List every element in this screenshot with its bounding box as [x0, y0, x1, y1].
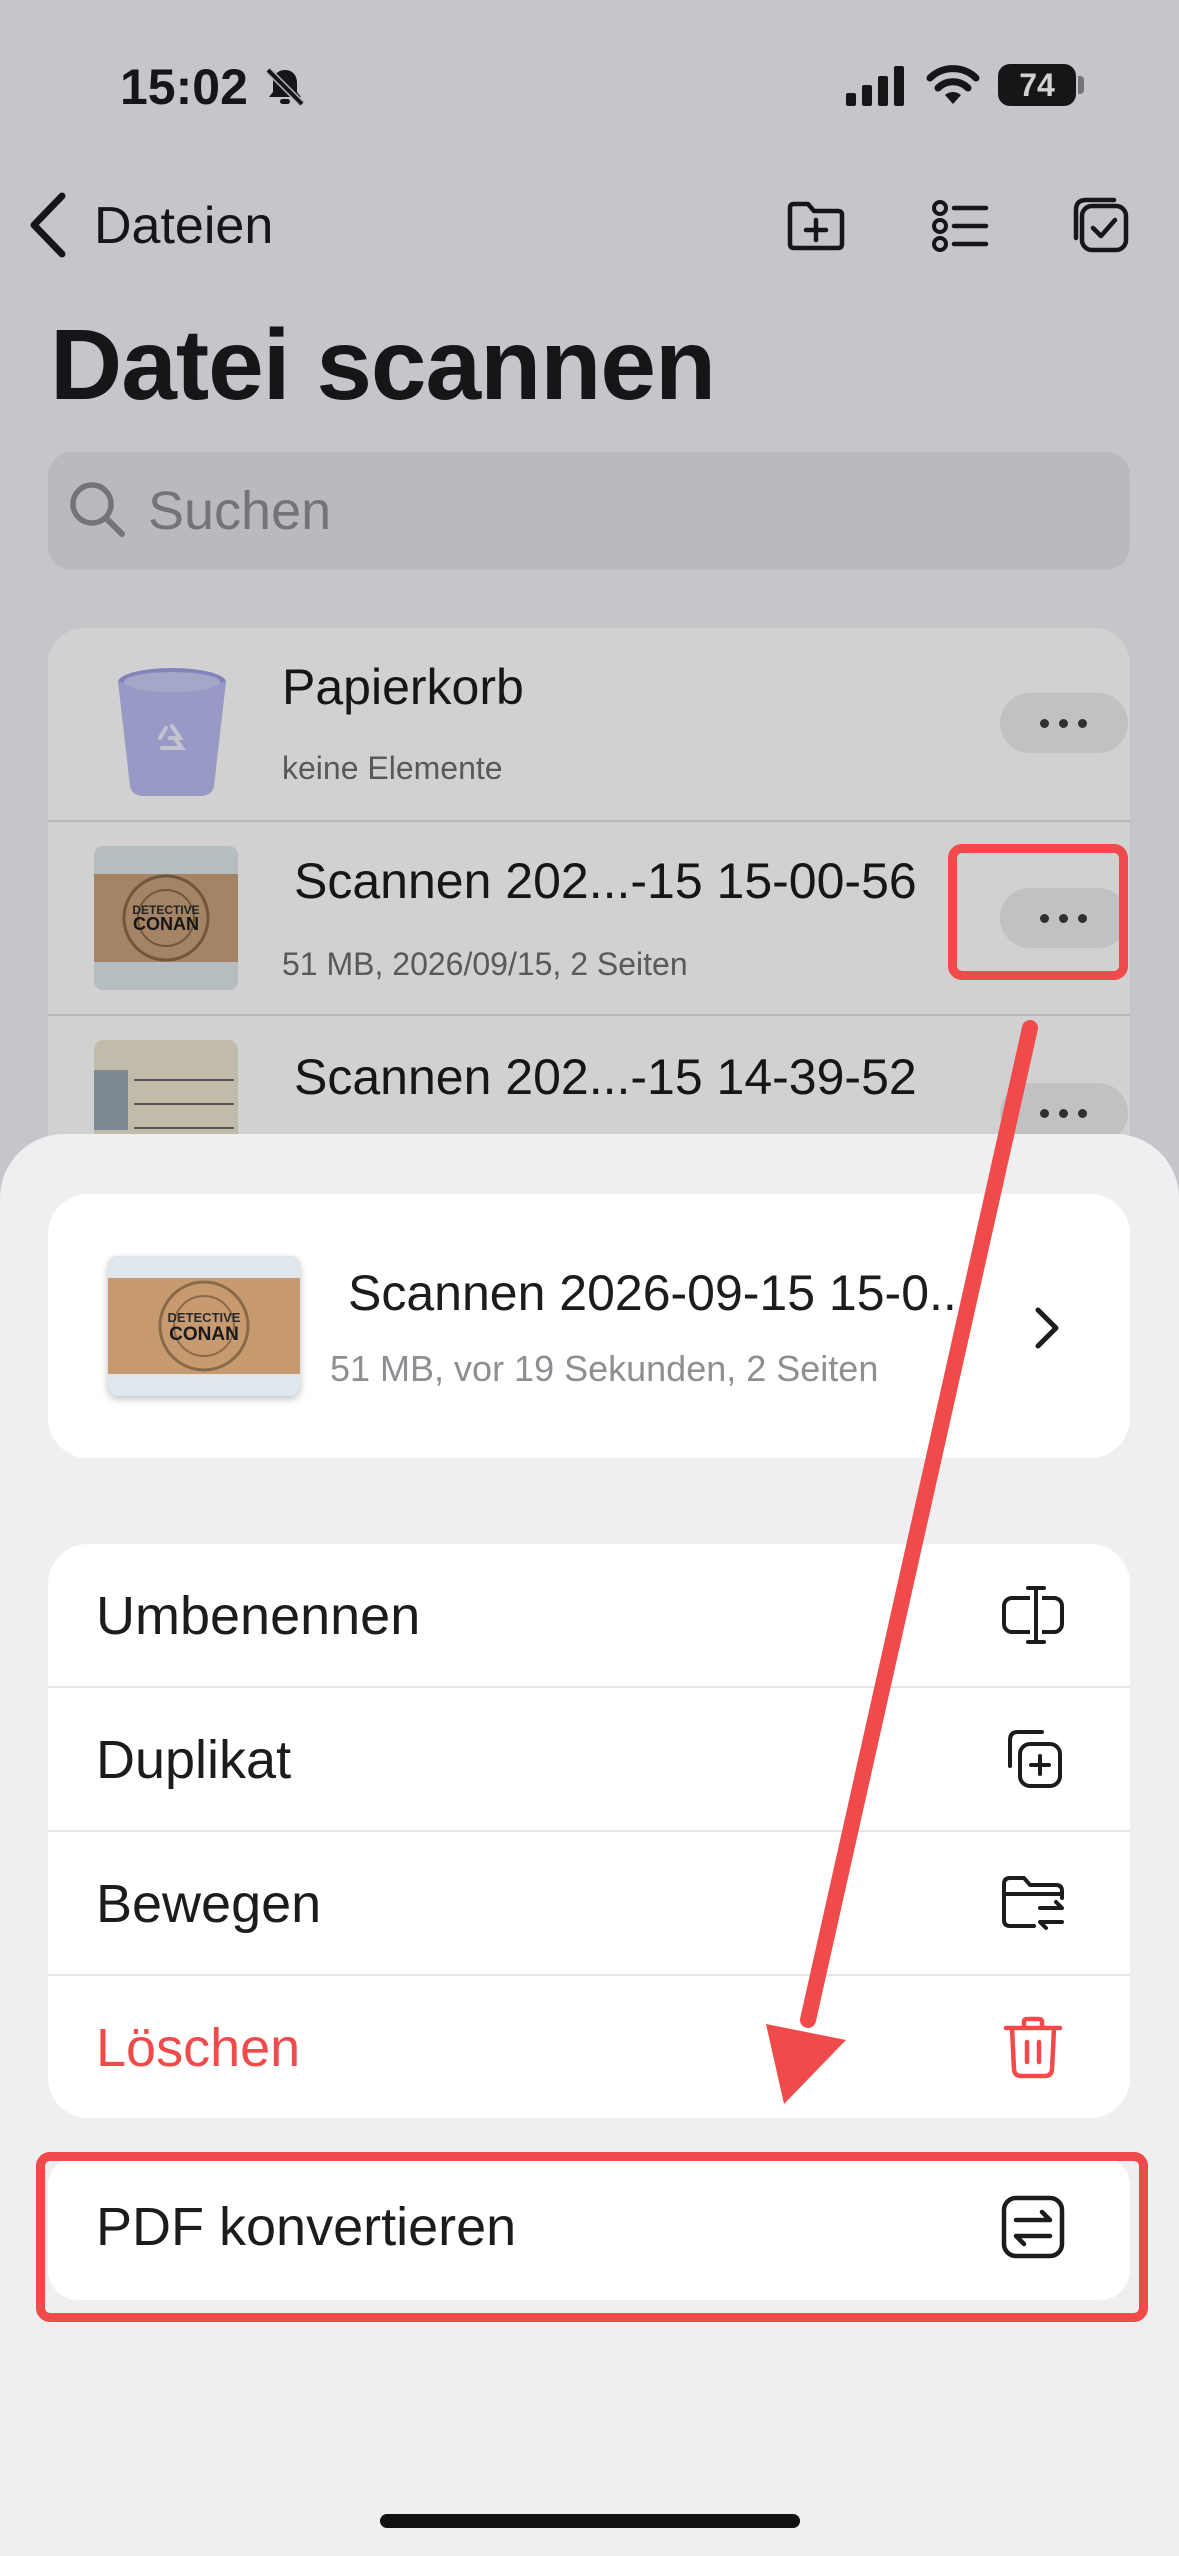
action-delete-label[interactable]: Löschen	[96, 2017, 300, 2079]
trash-icon	[1003, 2016, 1063, 2079]
annotation-highlight-convert	[36, 2152, 1148, 2322]
preview-thumbnail-text-1: DETECTIVE	[168, 1310, 241, 1325]
row-divider	[48, 1014, 1130, 1016]
action-rename-label[interactable]: Umbenennen	[96, 1585, 420, 1647]
file-subtitle-trash: keine Elemente	[282, 750, 503, 786]
list-view-icon[interactable]	[928, 194, 992, 258]
home-indicator[interactable]	[380, 2514, 800, 2528]
back-button-label[interactable]: Dateien	[94, 196, 273, 256]
annotation-highlight-more	[948, 844, 1128, 980]
preview-thumbnail-text-2: CONAN	[169, 1324, 239, 1345]
back-chevron-icon[interactable]	[26, 190, 70, 260]
rename-icon	[1002, 1586, 1064, 1644]
preview-file-subtitle: 51 MB, vor 19 Sekunden, 2 Seiten	[330, 1348, 879, 1389]
search-icon	[70, 482, 125, 537]
status-time: 15:02	[120, 59, 248, 115]
action-move-label[interactable]: Bewegen	[96, 1873, 321, 1935]
file-title[interactable]: Scannen 202...-15 15-00-56	[294, 852, 917, 910]
row-divider	[48, 820, 1130, 822]
trash-bin-icon[interactable]	[100, 660, 244, 804]
preview-thumbnail: DETECTIVE CONAN	[108, 1256, 300, 1396]
file-thumbnail[interactable]: DETECTIVE CONAN	[94, 846, 238, 990]
action-duplicate-label[interactable]: Duplikat	[96, 1729, 291, 1791]
file-title-trash[interactable]: Papierkorb	[282, 658, 524, 716]
file-title[interactable]: Scannen 202...-15 14-39-52	[294, 1048, 917, 1106]
select-check-icon[interactable]	[1070, 194, 1134, 258]
preview-file-title: Scannen 2026-09-15 15-0...	[348, 1265, 971, 1321]
page-title: Datei scannen	[50, 309, 716, 421]
battery-indicator: 74	[998, 64, 1076, 106]
battery-cap	[1078, 76, 1084, 94]
search-input[interactable]	[148, 478, 1048, 544]
wifi-icon	[926, 65, 980, 104]
bell-muted-icon	[265, 67, 305, 107]
new-folder-icon[interactable]	[784, 194, 848, 258]
thumbnail-text-2: CONAN	[133, 914, 199, 934]
duplicate-icon	[1008, 1730, 1062, 1788]
chevron-right-icon[interactable]	[1032, 1304, 1062, 1352]
cellular-signal-icon	[846, 66, 904, 106]
file-subtitle: 51 MB, 2026/09/15, 2 Seiten	[282, 946, 688, 982]
more-button-trash[interactable]	[1000, 693, 1128, 753]
move-folder-icon	[1002, 1876, 1064, 1930]
